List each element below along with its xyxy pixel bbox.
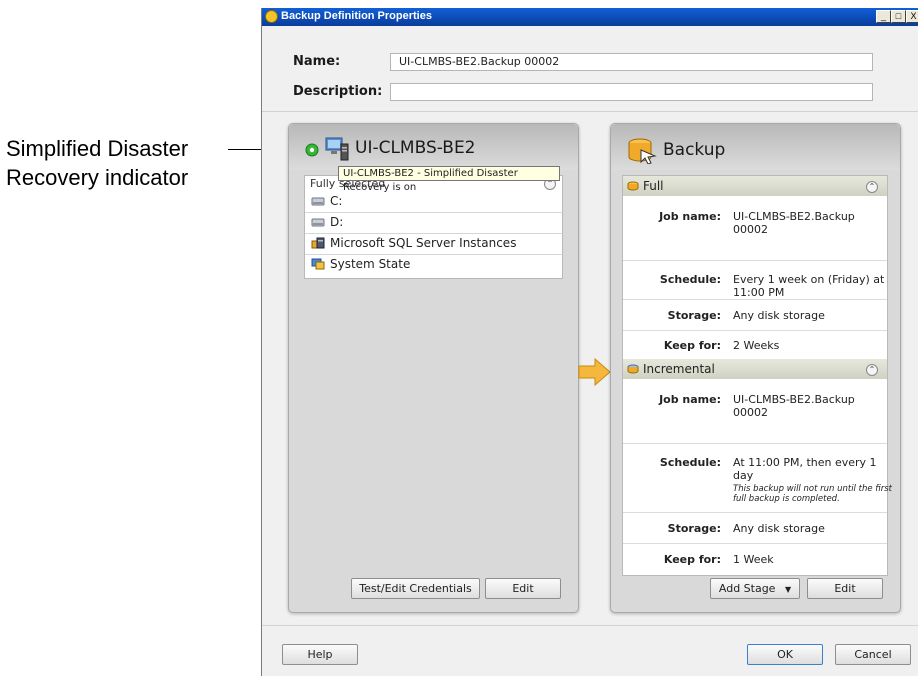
storage-row: Storage: Any disk storage <box>623 513 887 544</box>
list-item[interactable]: Microsoft SQL Server Instances <box>305 233 562 255</box>
flow-arrow-icon <box>578 357 611 387</box>
drive-icon <box>311 218 325 227</box>
add-stage-button[interactable]: Add Stage ▼ <box>710 578 800 599</box>
storage-label: Storage: <box>667 522 721 535</box>
name-field[interactable]: UI-CLMBS-BE2.Backup 00002 <box>390 53 873 71</box>
drive-icon <box>311 197 325 206</box>
cancel-button[interactable]: Cancel <box>835 644 911 665</box>
schedule-row: Schedule: At 11:00 PM, then every 1 day … <box>623 444 892 513</box>
sql-server-icon <box>311 237 325 249</box>
description-label: Description: <box>293 84 383 99</box>
schedule-row: Schedule: Every 1 week on (Friday) at 11… <box>623 261 887 300</box>
keep-for-label: Keep for: <box>663 339 721 352</box>
job-name-label: Job name: <box>659 210 721 223</box>
close-button[interactable]: X <box>906 10 918 23</box>
backup-title: Backup <box>663 140 726 160</box>
keep-for-label: Keep for: <box>663 553 721 566</box>
job-name-label: Job name: <box>659 393 721 406</box>
sdr-tooltip: UI-CLMBS-BE2 - Simplified Disaster Recov… <box>338 166 560 193</box>
source-panel: UI-CLMBS-BE2 Fully selected ⌃ C: D: Micr… <box>288 123 579 613</box>
add-stage-label: Add Stage <box>718 582 776 595</box>
stage-name: Incremental <box>643 362 715 376</box>
backup-icon <box>628 138 657 164</box>
backup-panel: Backup Full ⌃ Job name: UI-CLMBS-BE2.Bac… <box>610 123 901 613</box>
header-separator <box>262 111 918 112</box>
storage-row: Storage: Any disk storage <box>623 300 887 331</box>
schedule-label: Schedule: <box>659 273 721 286</box>
list-item-label: Microsoft SQL Server Instances <box>330 236 517 250</box>
description-field[interactable] <box>390 83 873 101</box>
maximize-button[interactable]: □ <box>891 10 906 23</box>
server-name: UI-CLMBS-BE2 <box>355 138 476 158</box>
minimize-button[interactable]: _ <box>876 10 891 23</box>
ok-button[interactable]: OK <box>747 644 823 665</box>
window-title: Backup Definition Properties <box>281 10 432 22</box>
keep-for-row: Keep for: 1 Week <box>623 544 887 574</box>
storage-value: Any disk storage <box>733 522 825 535</box>
stage-header-incremental[interactable]: Incremental ⌃ <box>623 359 887 379</box>
schedule-label: Schedule: <box>659 456 721 469</box>
system-state-icon <box>311 258 325 270</box>
name-label: Name: <box>293 54 341 69</box>
backup-edit-button[interactable]: Edit <box>807 578 883 599</box>
backup-definition-dialog: Backup Definition Properties _ □ X Name:… <box>261 8 918 676</box>
storage-value: Any disk storage <box>733 309 825 322</box>
test-edit-credentials-button[interactable]: Test/Edit Credentials <box>351 578 480 599</box>
job-name-row: Job name: UI-CLMBS-BE2.Backup 00002 <box>623 196 887 261</box>
footer-separator <box>262 625 918 626</box>
job-name-value: UI-CLMBS-BE2.Backup 00002 <box>733 210 855 236</box>
collapse-icon[interactable]: ⌃ <box>866 364 878 376</box>
backup-stages: Full ⌃ Job name: UI-CLMBS-BE2.Backup 000… <box>622 175 892 576</box>
job-name-row: Job name: UI-CLMBS-BE2.Backup 00002 <box>623 379 887 444</box>
schedule-value: At 11:00 PM, then every 1 day This backu… <box>733 456 893 504</box>
app-icon <box>265 10 278 23</box>
full-stage-icon <box>627 181 639 191</box>
dropdown-arrow-icon: ▼ <box>784 585 792 594</box>
source-edit-button[interactable]: Edit <box>485 578 561 599</box>
keep-for-value: 1 Week <box>733 553 774 566</box>
list-item-label: System State <box>330 257 411 271</box>
schedule-value: Every 1 week on (Friday) at 11:00 PM <box>733 273 885 299</box>
collapse-icon[interactable]: ⌃ <box>866 181 878 193</box>
keep-for-value: 2 Weeks <box>733 339 780 352</box>
schedule-text: At 11:00 PM, then every 1 day <box>733 456 877 482</box>
storage-label: Storage: <box>667 309 721 322</box>
stage-header-full[interactable]: Full ⌃ <box>623 176 887 196</box>
callout-line2: Recovery indicator <box>6 165 189 190</box>
schedule-note: This backup will not run until the first… <box>733 484 893 504</box>
list-item[interactable]: D: <box>305 212 562 234</box>
job-name-value: UI-CLMBS-BE2.Backup 00002 <box>733 393 855 419</box>
list-item-label: C: <box>330 194 343 208</box>
help-button[interactable]: Help <box>282 644 358 665</box>
list-item[interactable]: System State <box>305 254 562 275</box>
list-item-label: D: <box>330 215 344 229</box>
sdr-callout: Simplified Disaster Recovery indicator <box>6 134 188 192</box>
sdr-indicator-icon <box>305 143 319 157</box>
incremental-stage-icon <box>627 364 639 374</box>
stage-name: Full <box>643 179 664 193</box>
title-bar: Backup Definition Properties _ □ X <box>262 8 918 26</box>
server-computer-icon <box>325 137 349 161</box>
callout-line1: Simplified Disaster <box>6 136 189 161</box>
keep-for-row: Keep for: 2 Weeks <box>623 331 887 360</box>
